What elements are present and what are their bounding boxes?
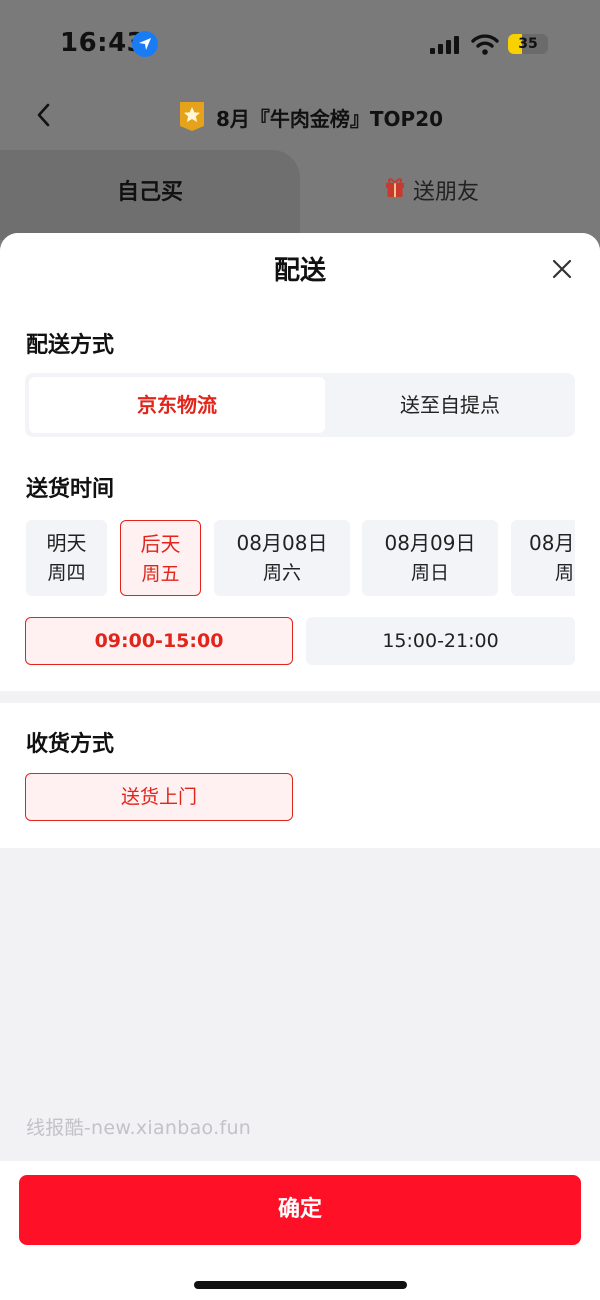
time-slot-selected[interactable]: 09:00-15:00	[25, 617, 293, 665]
date-label: 08月	[529, 531, 575, 555]
weekday-label: 周	[555, 562, 575, 584]
date-label: 08月08日	[236, 531, 328, 555]
date-option[interactable]: 08月09日 周日	[362, 520, 498, 596]
wifi-icon	[471, 33, 499, 55]
delivery-date-list: 明天 周四 后天 周五 08月08日 周六 08月09日 周日 08月 周	[26, 520, 575, 598]
date-option[interactable]: 明天 周四	[26, 520, 107, 596]
receive-method-label: 收货方式	[26, 732, 115, 757]
tab-label: 自己买	[116, 180, 183, 205]
battery-level: 35	[518, 36, 538, 52]
delivery-time-label: 送货时间	[26, 477, 115, 502]
battery-icon: 35	[508, 34, 548, 54]
page-header: 8月『牛肉金榜』TOP20	[0, 90, 600, 146]
delivery-sheet: 配送 配送方式 京东物流 送至自提点 送货时间 明天 周四 后天 周五 08月0…	[0, 233, 600, 1300]
sheet-footer: 确定	[0, 1161, 600, 1300]
date-label: 08月09日	[384, 531, 476, 555]
tab-send-to-friend[interactable]: 送朋友	[300, 150, 600, 240]
date-option-selected[interactable]: 后天 周五	[120, 520, 201, 596]
door-delivery-option[interactable]: 送货上门	[25, 773, 293, 821]
weekday-label: 周六	[262, 562, 301, 584]
gift-icon	[385, 176, 405, 198]
status-bar: 16:43 35	[0, 0, 600, 90]
weekday-label: 周日	[410, 562, 449, 584]
cellular-signal-icon	[430, 36, 462, 54]
tab-label: 送朋友	[413, 180, 480, 205]
location-arrow-icon	[132, 31, 158, 57]
jd-logistics-option[interactable]: 京东物流	[29, 377, 325, 433]
confirm-button[interactable]: 确定	[19, 1175, 581, 1245]
home-indicator	[194, 1281, 407, 1289]
date-label: 明天	[46, 531, 87, 555]
date-label: 后天	[140, 532, 181, 556]
time-slot[interactable]: 15:00-21:00	[306, 617, 575, 665]
delivery-method-selector: 京东物流 送至自提点	[25, 373, 575, 437]
close-icon[interactable]	[550, 257, 574, 281]
date-option[interactable]: 08月08日 周六	[214, 520, 350, 596]
medal-star-icon	[178, 100, 206, 132]
watermark-text: 线报酷-new.xianbao.fun	[26, 1117, 252, 1139]
weekday-label: 周五	[141, 563, 180, 585]
date-option[interactable]: 08月 周	[511, 520, 575, 596]
purchase-tabs: 自己买 送朋友	[0, 150, 600, 240]
pickup-point-option[interactable]: 送至自提点	[325, 377, 575, 433]
back-chevron-icon[interactable]	[30, 100, 60, 130]
sheet-title: 配送	[273, 256, 326, 286]
weekday-label: 周四	[47, 562, 86, 584]
tab-buy-for-self[interactable]: 自己买	[0, 150, 300, 240]
delivery-method-label: 配送方式	[26, 333, 115, 358]
page-title: 8月『牛肉金榜』TOP20	[216, 107, 444, 131]
